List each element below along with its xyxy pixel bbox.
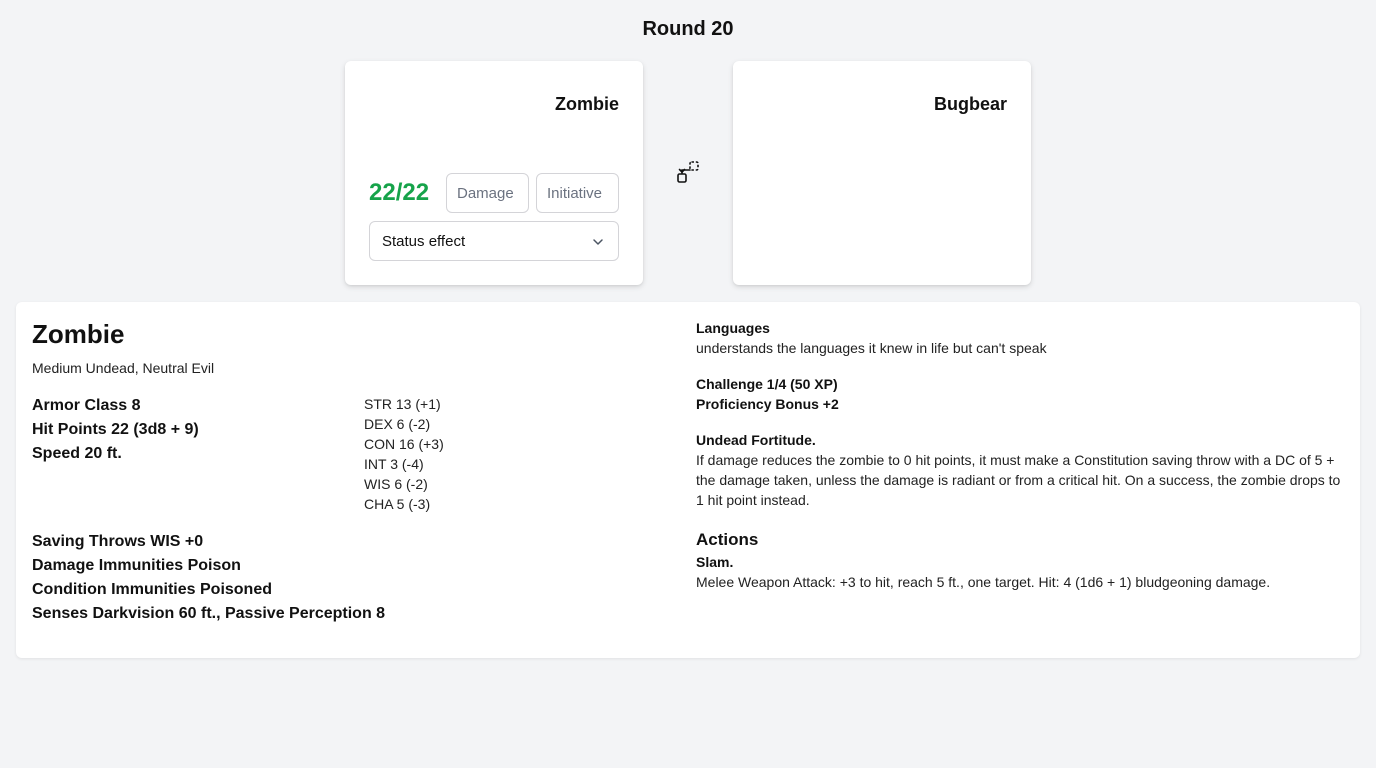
- combatant-name: Zombie: [554, 94, 619, 114]
- speed: Speed 20 ft.: [32, 445, 122, 462]
- ability-scores: STR 13 (+1) DEX 6 (-2) CON 16 (+3) INT 3…: [364, 394, 444, 514]
- combatant-card-bugbear[interactable]: Bugbear: [733, 61, 1031, 285]
- armor-class: Armor Class 8: [32, 397, 141, 414]
- status-effect-select[interactable]: Status effect: [369, 221, 619, 261]
- ability-wis: WIS 6 (-2): [364, 476, 428, 492]
- action-text: Melee Weapon Attack: +3 to hit, reach 5 …: [696, 574, 1271, 590]
- swap-combatants-button[interactable]: [676, 160, 702, 186]
- initiative-input[interactable]: [536, 173, 619, 213]
- action-name: Slam.: [696, 554, 734, 570]
- challenge-rating: Challenge 1/4 (50 XP): [696, 376, 838, 392]
- combatant-name: Bugbear: [933, 94, 1007, 114]
- core-stats: Armor Class 8 Hit Points 22 (3d8 + 9) Sp…: [32, 394, 199, 466]
- extra-stats: Saving Throws WIS +0 Damage Immunities P…: [32, 530, 385, 626]
- stat-block-details: Languages understands the languages it k…: [696, 318, 1346, 592]
- swap-arrow-icon: [676, 161, 702, 190]
- damage-immunities: Damage Immunities Poison: [32, 557, 241, 574]
- stat-block-panel: Zombie Medium Undead, Neutral Evil Armor…: [16, 302, 1360, 658]
- ability-int: INT 3 (-4): [364, 456, 424, 472]
- saving-throws: Saving Throws WIS +0: [32, 533, 204, 550]
- proficiency-bonus: Proficiency Bonus +2: [696, 396, 839, 412]
- senses: Senses Darkvision 60 ft., Passive Percep…: [32, 605, 386, 622]
- ability-dex: DEX 6 (-2): [364, 416, 431, 432]
- damage-input[interactable]: [446, 173, 529, 213]
- hit-points-display: 22/22: [369, 179, 430, 206]
- ability-cha: CHA 5 (-3): [364, 496, 431, 512]
- hit-points: Hit Points 22 (3d8 + 9): [32, 421, 199, 438]
- languages-text: understands the languages it knew in lif…: [696, 340, 1047, 356]
- combatant-card-zombie[interactable]: Zombie 22/22 Status effect: [345, 61, 643, 285]
- ability-str: STR 13 (+1): [364, 396, 441, 412]
- condition-immunities: Condition Immunities Poisoned: [32, 581, 272, 598]
- trait-name: Undead Fortitude.: [696, 432, 816, 448]
- monster-name: Zombie: [32, 319, 125, 349]
- actions-heading: Actions: [696, 530, 759, 549]
- trait-text: If damage reduces the zombie to 0 hit po…: [696, 452, 1341, 508]
- chevron-down-icon: [592, 235, 604, 252]
- status-effect-selected: Status effect: [382, 232, 466, 250]
- languages-label: Languages: [696, 320, 770, 336]
- monster-type: Medium Undead, Neutral Evil: [32, 360, 215, 376]
- ability-con: CON 16 (+3): [364, 436, 444, 452]
- round-title: Round 20: [642, 18, 734, 40]
